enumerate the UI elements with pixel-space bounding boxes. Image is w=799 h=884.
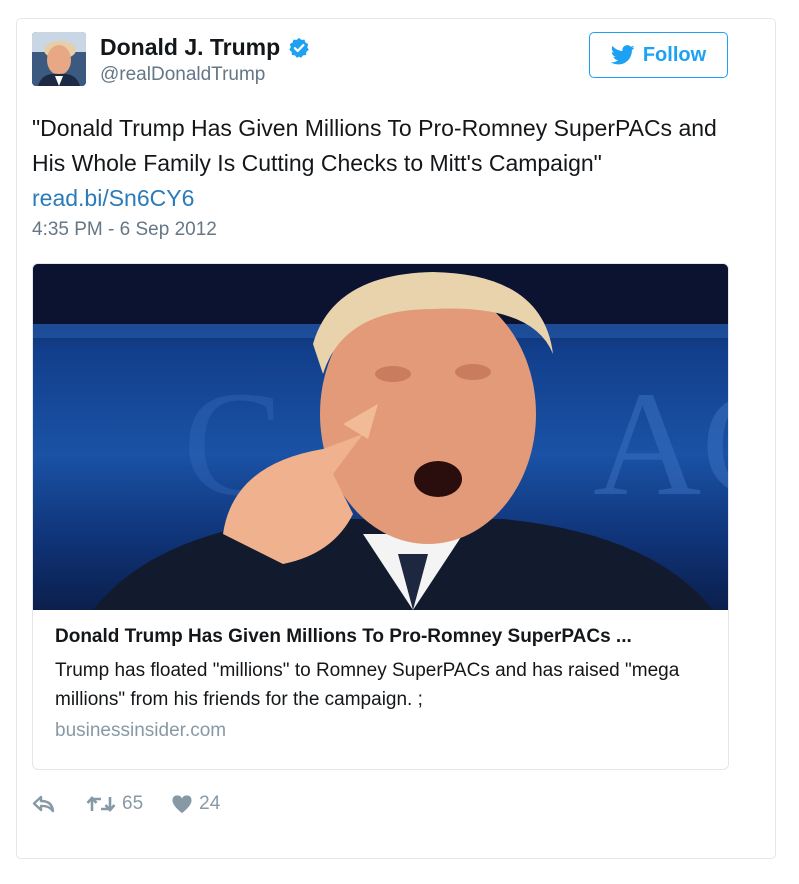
follow-label: Follow — [642, 43, 707, 66]
tweet-link[interactable]: read.bi/Sn6CY6 — [32, 181, 732, 216]
tweet-timestamp[interactable]: 4:35 PM - 6 Sep 2012 — [32, 219, 217, 241]
author-handle[interactable]: @realDonaldTrump — [100, 64, 310, 86]
card-description: Trump has floated "millions" to Romney S… — [55, 660, 680, 710]
retweet-icon — [86, 796, 116, 812]
reply-button[interactable] — [32, 794, 56, 814]
link-card[interactable]: AC C Donald Trump Has Given Millions To … — [32, 263, 729, 770]
reply-icon — [32, 795, 55, 813]
tweet-text: "Donald Trump Has Given Millions To Pro-… — [32, 115, 717, 176]
heart-icon — [172, 795, 192, 814]
like-button[interactable]: 24 — [171, 793, 220, 815]
twitter-bird-icon — [610, 45, 635, 65]
card-domain: businessinsider.com — [55, 720, 227, 741]
follow-button[interactable]: Follow — [589, 32, 728, 78]
author-name[interactable]: Donald J. Trump — [100, 34, 280, 61]
author-name-row: Donald J. Trump — [100, 34, 310, 61]
card-title[interactable]: Donald Trump Has Given Millions To Pro-R… — [55, 624, 715, 650]
like-count: 24 — [199, 793, 221, 814]
verified-badge-icon — [288, 37, 310, 59]
tweet-text-block: "Donald Trump Has Given Millions To Pro-… — [32, 111, 732, 216]
card-body: Donald Trump Has Given Millions To Pro-R… — [55, 624, 715, 742]
retweet-button[interactable]: 65 — [86, 793, 143, 815]
author-block: Donald J. Trump @realDonaldTrump — [100, 34, 310, 86]
retweet-count: 65 — [122, 793, 144, 814]
tweet-actions: 65 24 — [32, 793, 220, 815]
svg-text:AC: AC — [593, 361, 728, 527]
avatar[interactable] — [32, 32, 86, 86]
card-image[interactable]: AC C — [33, 264, 728, 610]
